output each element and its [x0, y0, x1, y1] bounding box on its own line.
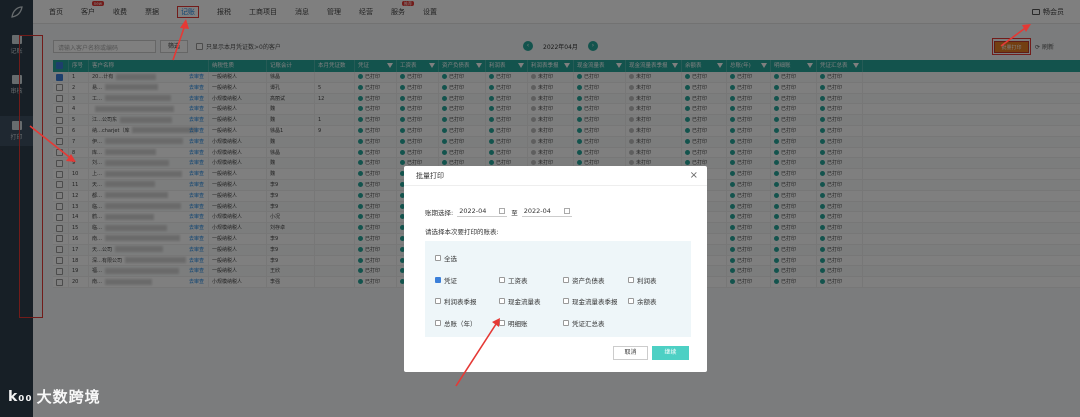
option-label: 凭证汇总表 — [572, 320, 605, 328]
option-label: 总账（年） — [444, 320, 477, 328]
report-option[interactable]: 总账（年） — [435, 318, 477, 328]
option-label: 全选 — [444, 255, 457, 263]
report-option[interactable]: 工资表 — [499, 275, 528, 285]
option-label: 工资表 — [508, 277, 528, 285]
batch-print-dialog: 批量打印 × 账期选择: 2022-04 至 2022-04 请选择本次要打印的… — [404, 166, 707, 372]
option-checkbox[interactable] — [499, 298, 505, 304]
report-option[interactable]: 凭证汇总表 — [563, 318, 605, 328]
start-period-value: 2022-04 — [459, 207, 487, 215]
watermark: k₀₀ 大数跨境 — [8, 386, 101, 407]
period-label: 账期选择: — [425, 208, 454, 217]
option-checkbox[interactable] — [435, 298, 441, 304]
report-option[interactable]: 余额表 — [628, 296, 657, 306]
calendar-icon — [499, 208, 506, 214]
report-option[interactable]: 现金流量表 — [499, 296, 541, 306]
option-label: 余额表 — [637, 298, 657, 306]
option-label: 明细账 — [508, 320, 528, 328]
report-option[interactable]: 资产负债表 — [563, 275, 605, 285]
report-option[interactable]: 现金流量表季报 — [563, 296, 618, 306]
option-checkbox[interactable] — [435, 320, 441, 326]
option-label: 现金流量表季报 — [572, 298, 618, 306]
report-option[interactable]: 利润表季报 — [435, 296, 477, 306]
option-checkbox[interactable] — [435, 255, 441, 261]
option-checkbox[interactable] — [563, 277, 569, 283]
select-reports-label: 请选择本次要打印的账表: — [425, 228, 499, 236]
dialog-header: 批量打印 × — [404, 166, 707, 186]
range-separator: 至 — [511, 208, 518, 217]
report-option[interactable]: 全选 — [435, 253, 457, 263]
option-label: 利润表季报 — [444, 298, 477, 306]
end-period-input[interactable]: 2022-04 — [521, 206, 572, 217]
option-checkbox[interactable] — [499, 277, 505, 283]
option-label: 凭证 — [444, 277, 457, 285]
report-option[interactable]: 凭证 — [435, 275, 457, 285]
watermark-text: 大数跨境 — [36, 388, 101, 406]
dialog-title: 批量打印 — [416, 172, 444, 180]
option-checkbox[interactable] — [628, 298, 634, 304]
option-label: 资产负债表 — [572, 277, 605, 285]
start-period-input[interactable]: 2022-04 — [457, 206, 508, 217]
watermark-logo-icon: k₀₀ — [8, 388, 33, 405]
end-period-value: 2022-04 — [523, 207, 551, 215]
report-option[interactable]: 明细账 — [499, 318, 528, 328]
report-option[interactable]: 利润表 — [628, 275, 657, 285]
report-options: 全选凭证 工资表 资产负债表 利润表利润表季报 现金流量表 现金流量表季报 余额表总账（年）… — [425, 241, 691, 337]
period-range: 账期选择: 2022-04 至 2022-04 — [425, 206, 572, 217]
close-icon[interactable]: × — [690, 166, 698, 186]
cancel-button[interactable]: 取消 — [613, 346, 648, 360]
option-checkbox[interactable] — [499, 320, 505, 326]
calendar-icon — [563, 208, 570, 214]
option-checkbox[interactable] — [435, 277, 441, 283]
option-checkbox[interactable] — [563, 298, 569, 304]
option-checkbox[interactable] — [563, 320, 569, 326]
option-label: 利润表 — [637, 277, 657, 285]
option-checkbox[interactable] — [628, 277, 634, 283]
continue-button[interactable]: 继续 — [652, 346, 689, 360]
option-label: 现金流量表 — [508, 298, 541, 306]
